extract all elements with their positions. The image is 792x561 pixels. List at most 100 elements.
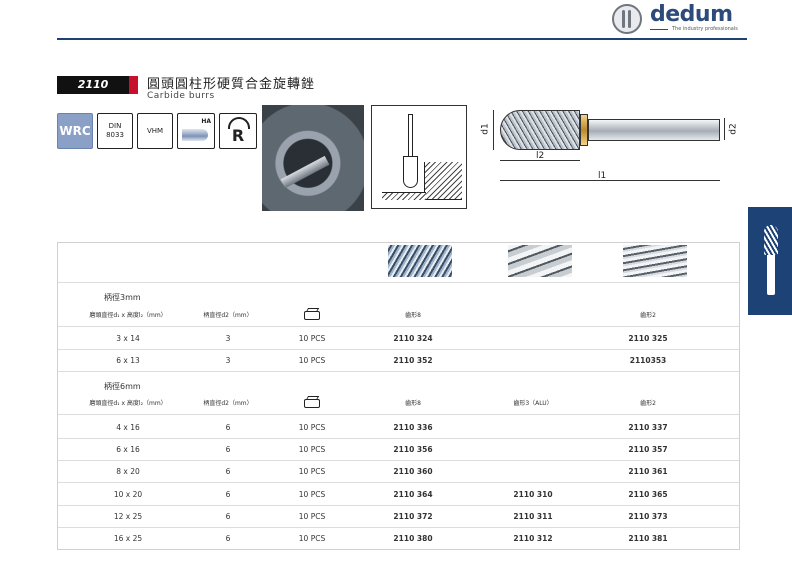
header-divider (57, 38, 747, 40)
table-row: 10 x 20 6 10 PCS 2110 364 2110 310 2110 … (58, 484, 739, 506)
rotation-badge: R (219, 113, 257, 149)
tooth8-cell: 2110 372 (393, 512, 433, 521)
tooth3-cell (498, 461, 568, 483)
tooth8-cell: 2110 352 (393, 356, 433, 365)
diagram-shank (408, 114, 413, 158)
l2-label: l2 (536, 151, 545, 161)
tooth2-cell: 2110 365 (628, 490, 668, 499)
header-pack (276, 393, 348, 415)
size-cell: 12 x 25 (113, 512, 143, 521)
product-title: 圓頭圓柱形硬質合金旋轉銼 (147, 77, 316, 92)
pack-cell: 10 PCS (298, 512, 326, 521)
header-tooth2: 齒形2 (640, 312, 656, 319)
shank-cell: 3 (225, 334, 231, 343)
tooth8-cell: 2110 336 (393, 423, 433, 432)
tooth2-cell: 2110 357 (628, 445, 668, 454)
size-cell: 16 x 25 (113, 534, 143, 543)
pack-cell: 10 PCS (298, 334, 326, 343)
size-cell: 10 x 20 (113, 490, 143, 499)
header-row: 磨頭直徑d₁ x 高度l₂（mm） 柄直徑d2（mm） 齒形8 齒形2 (58, 305, 739, 327)
din-label: DIN (108, 122, 122, 130)
product-table: 柄徑3mm 磨頭直徑d₁ x 高度l₂（mm） 柄直徑d2（mm） 齒形8 齒形… (57, 242, 740, 550)
table-row: 16 x 25 6 10 PCS 2110 380 2110 312 2110 … (58, 528, 739, 550)
table-row: 4 x 16 6 10 PCS 2110 336 2110 337 (58, 417, 739, 439)
logo-mark-icon (612, 4, 642, 34)
table-row: 6 x 13 3 10 PCS 2110 352 2110353 (58, 350, 739, 372)
brand-tagline: The industry professionals (672, 26, 738, 32)
tooth3-cell: 2110 311 (513, 512, 553, 521)
size-cell: 8 x 20 (116, 467, 140, 476)
size-cell: 6 x 16 (116, 445, 140, 454)
tooth2-cell: 2110 361 (628, 467, 668, 476)
diagram-workpiece-floor (382, 192, 426, 200)
tooth8-cell: 2110 360 (393, 467, 433, 476)
table-row: 12 x 25 6 10 PCS 2110 372 2110 311 2110 … (58, 506, 739, 528)
logo-rule (650, 29, 668, 30)
header-tooth3: 齒形3（ALU） (513, 400, 553, 407)
burr-dimension-drawing (500, 110, 720, 150)
tooth2-cell: 2110 337 (628, 423, 668, 432)
pack-cell: 10 PCS (298, 467, 326, 476)
d1-label: d1 (480, 123, 491, 135)
shank-cell: 6 (225, 534, 231, 543)
header-tooth8: 齒形8 (405, 312, 421, 319)
l1-label: l1 (598, 171, 607, 181)
pack-cell: 10 PCS (298, 445, 326, 454)
size-cell: 4 x 16 (116, 423, 140, 432)
shank-cell: 6 (225, 445, 231, 454)
size-cell: 3 x 14 (116, 334, 140, 343)
header-tooth8: 齒形8 (405, 400, 421, 407)
burr-neck-image (580, 114, 588, 146)
application-photo (262, 105, 364, 211)
tooth3-cell (498, 417, 568, 439)
d2-dimension-line (724, 118, 725, 140)
package-icon (304, 311, 320, 320)
side-tab-burr-icon (764, 225, 778, 255)
tooth-8-image (388, 245, 452, 277)
tooth3-cell (498, 328, 568, 350)
header-shank: 柄直徑d2（mm） (203, 400, 253, 407)
tooth2-cell: 2110 373 (628, 512, 668, 521)
header-tooth2: 齒形2 (640, 400, 656, 407)
tooth3-cell (498, 350, 568, 372)
tooth3-cell (498, 439, 568, 461)
burr-head-image (500, 110, 580, 150)
header-size: 磨頭直徑d₁ x 高度l₂（mm） (89, 400, 167, 407)
pack-cell: 10 PCS (298, 534, 326, 543)
shank-icon (182, 129, 208, 141)
tooth-2-image (623, 245, 687, 277)
shank-cell: 3 (225, 356, 231, 365)
diagram-workpiece-wall (424, 162, 462, 200)
shank-cell: 6 (225, 467, 231, 476)
tooth8-cell: 2110 364 (393, 490, 433, 499)
tooth8-cell: 2110 380 (393, 534, 433, 543)
shank-cell: 6 (225, 423, 231, 432)
header-tooth3 (498, 305, 568, 327)
package-icon (304, 399, 320, 408)
l1-dimension-line (500, 180, 720, 181)
tooth8-cell: 2110 356 (393, 445, 433, 454)
din-standard-badge: DIN 8033 (97, 113, 133, 149)
shank-cell: 6 (225, 490, 231, 499)
brand-name: dedum (650, 2, 733, 27)
tooth-3-image (508, 245, 572, 277)
shank-type-badge: HA (177, 113, 215, 149)
shank-cell: 6 (225, 512, 231, 521)
tooth2-cell: 2110 381 (628, 534, 668, 543)
pack-cell: 10 PCS (298, 490, 326, 499)
table-row: 3 x 14 3 10 PCS 2110 324 2110 325 (58, 328, 739, 350)
size-cell: 6 x 13 (116, 356, 140, 365)
section-side-tab (748, 207, 792, 315)
pack-cell: 10 PCS (298, 356, 326, 365)
rotation-arrow-icon (228, 117, 250, 129)
product-subtitle: Carbide burrs (147, 91, 215, 101)
din-number: 8033 (106, 131, 124, 139)
tooth2-cell: 2110 325 (628, 334, 668, 343)
product-code-badge: 2110 (57, 76, 138, 94)
header-shank: 柄直徑d2（mm） (203, 312, 253, 319)
tooth3-cell: 2110 310 (513, 490, 553, 499)
d1-dimension-line (493, 110, 494, 150)
shank-type-label: HA (201, 118, 211, 125)
tooth3-cell: 2110 312 (513, 534, 553, 543)
usage-diagram (371, 105, 467, 209)
